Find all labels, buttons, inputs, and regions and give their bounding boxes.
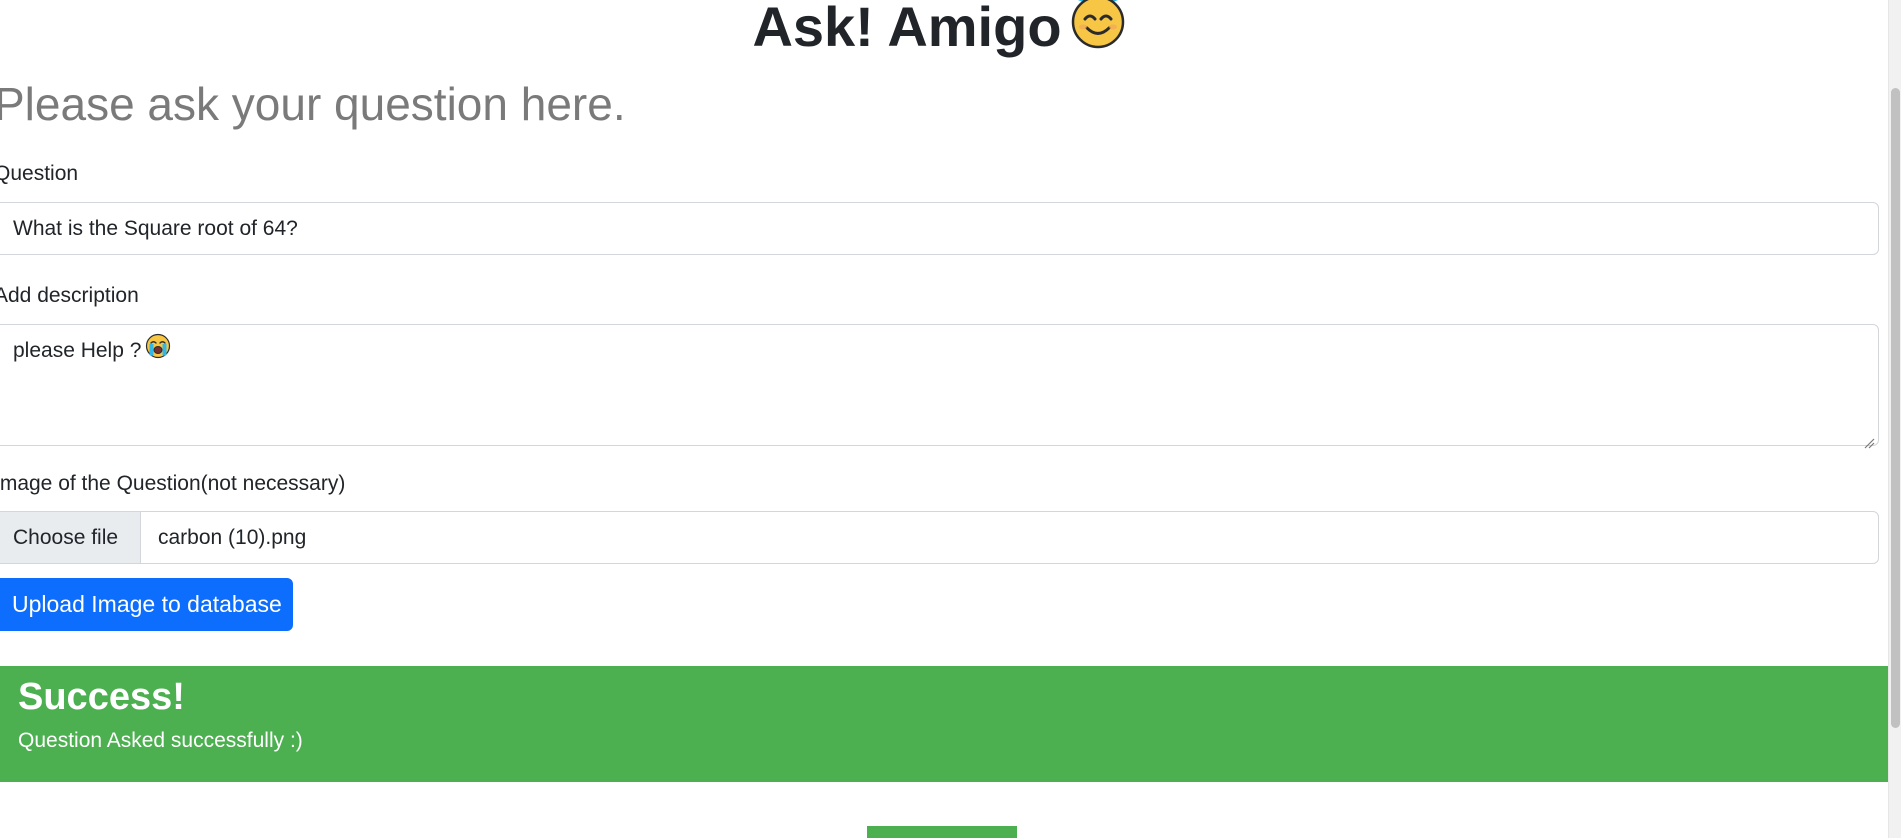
loudly-crying-face-icon [145, 333, 171, 366]
scrollbar-thumb[interactable] [1891, 88, 1900, 728]
site-title: Ask! Amigo [0, 0, 1888, 66]
alert-message: Question Asked successfully :) [18, 729, 303, 752]
image-label: Image of the Question(not necessary) [0, 472, 346, 495]
question-input[interactable]: What is the Square root of 64? [0, 202, 1879, 255]
success-alert: Success! Question Asked successfully :) [0, 666, 1888, 782]
alert-title: Success! [18, 676, 185, 718]
site-title-text: Ask! Amigo [752, 0, 1062, 58]
selected-file-name: carbon (10).png [158, 526, 307, 549]
vertical-scrollbar[interactable] [1888, 0, 1901, 838]
upload-image-button[interactable]: Upload Image to database [0, 578, 293, 631]
image-file-input[interactable]: Choose file carbon (10).png [0, 511, 1879, 564]
form-heading: Please ask your question here. [0, 78, 626, 130]
question-input-value: What is the Square root of 64? [13, 217, 298, 240]
smiling-face-with-halo-icon [1066, 0, 1130, 66]
partially-visible-green-button[interactable] [867, 826, 1017, 838]
ask-question-page: Ask! Amigo Please ask your question here… [0, 0, 1888, 838]
browser-viewport: Ask! Amigo Please ask your question here… [0, 0, 1901, 838]
description-label: Add description [0, 284, 139, 307]
choose-file-button[interactable]: Choose file [0, 512, 141, 563]
question-label: Question [0, 162, 79, 185]
resize-handle-icon[interactable] [1863, 430, 1875, 449]
description-textarea-value: please Help ? [13, 339, 142, 363]
description-textarea[interactable]: please Help ? [0, 324, 1879, 449]
